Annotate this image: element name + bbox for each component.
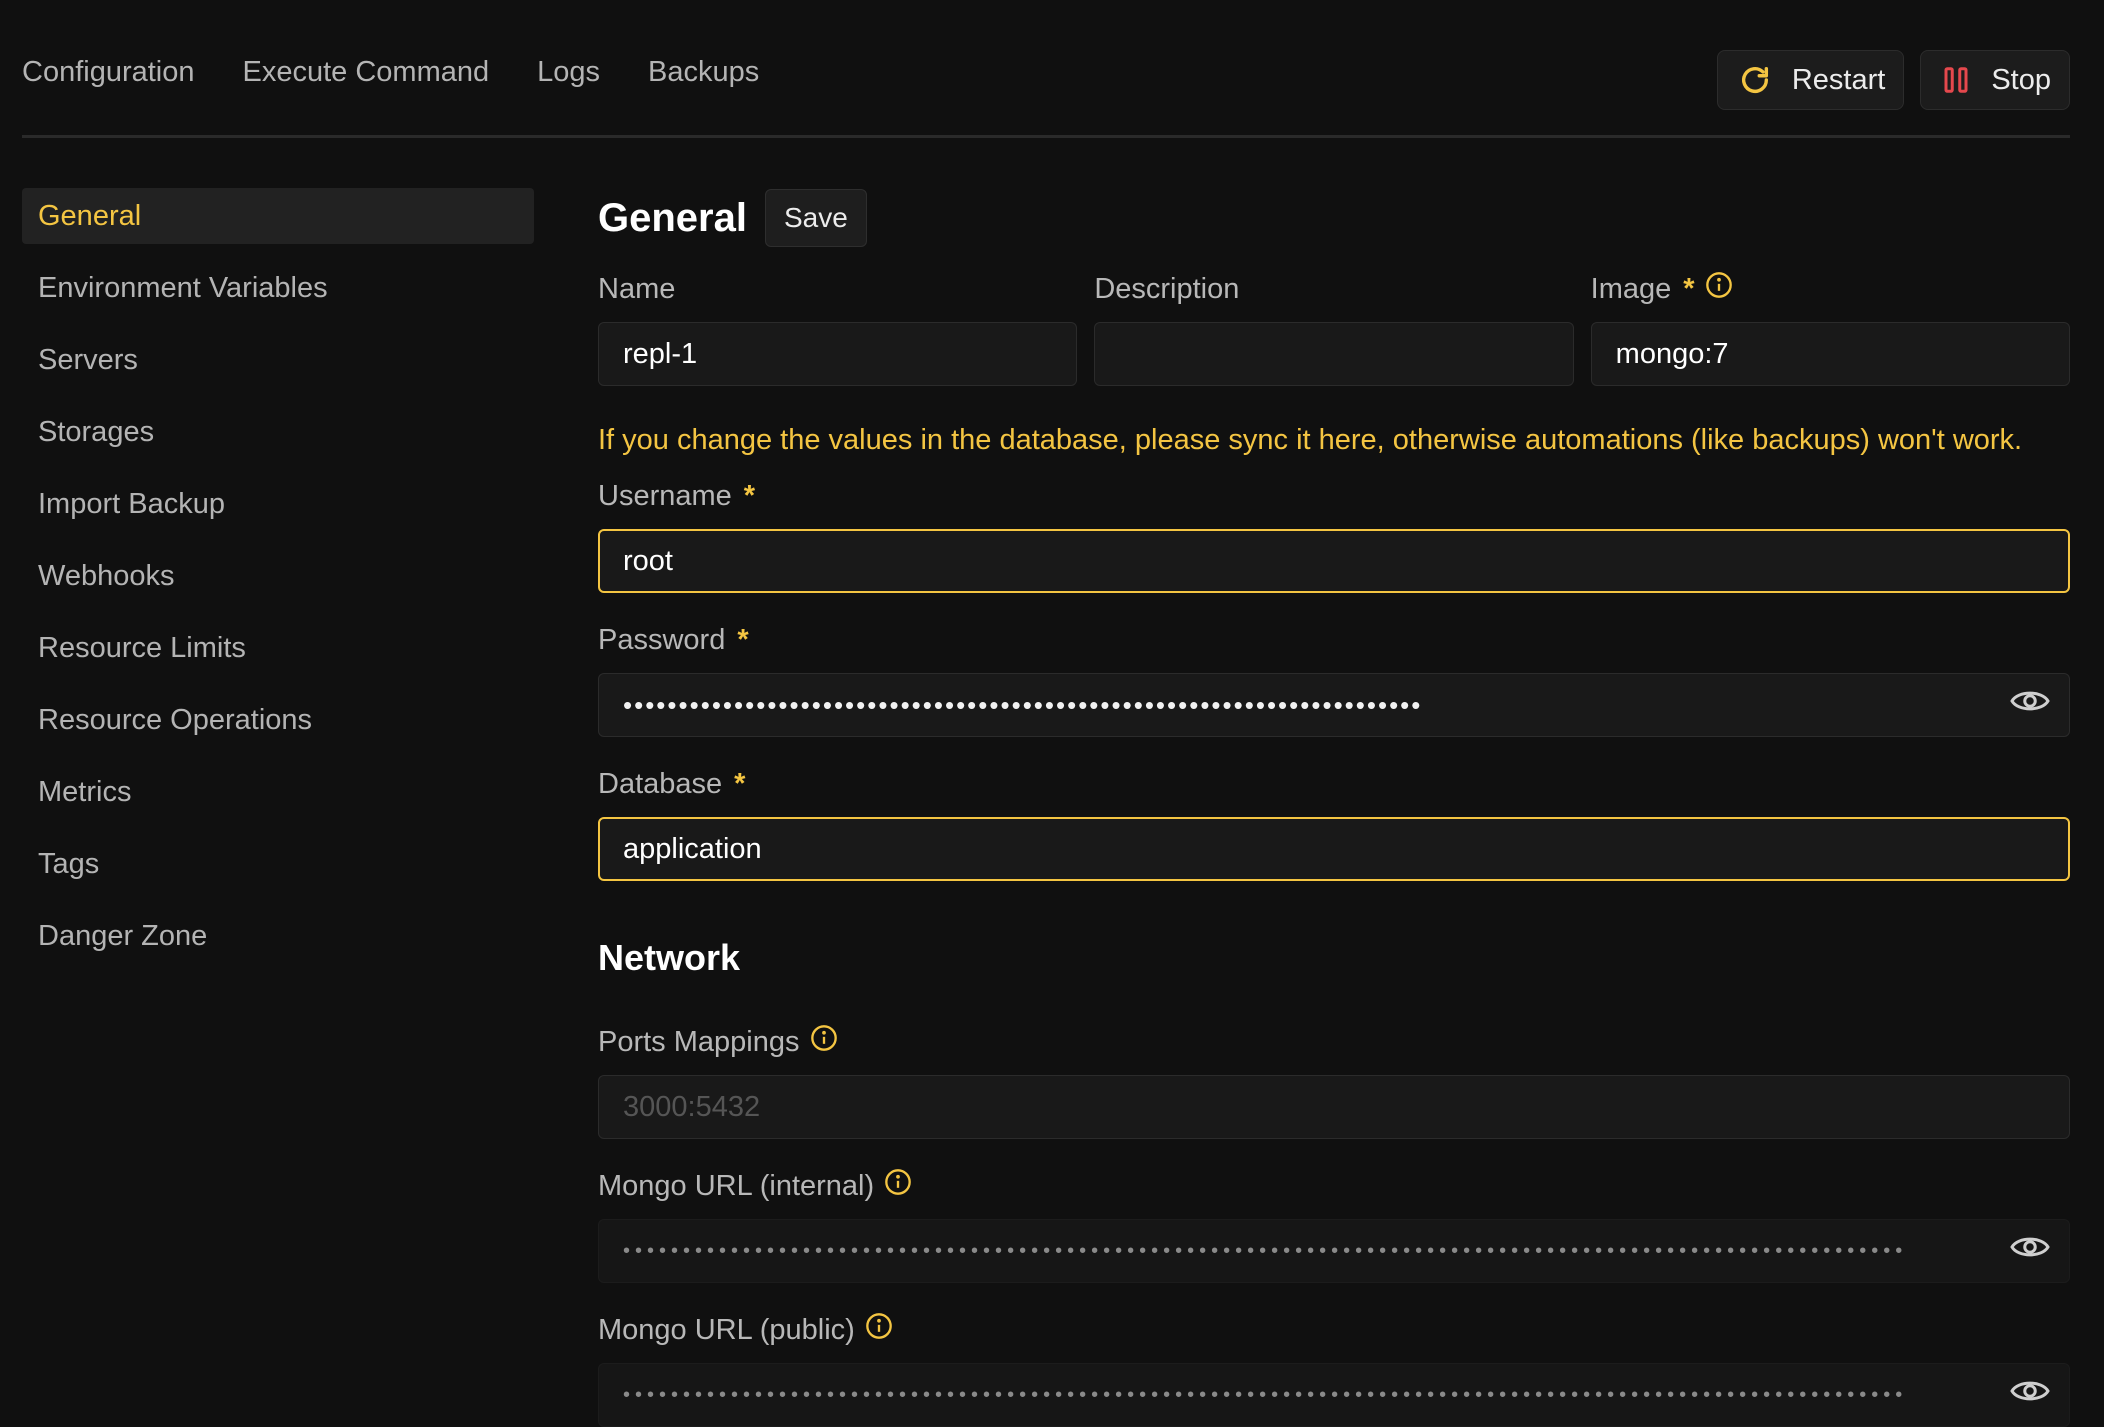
description-input[interactable] (1094, 322, 1574, 386)
mongo-url-internal-label-text: Mongo URL (internal) (598, 1169, 875, 1202)
username-input[interactable]: root (598, 529, 2070, 593)
sidebar: General Environment Variables Servers St… (22, 188, 534, 980)
tab-bar: Configuration Execute Command Logs Backu… (22, 56, 759, 89)
mongo-url-internal-input[interactable]: ••••••••••••••••••••••••••••••••••••••••… (598, 1219, 2070, 1283)
eye-icon[interactable] (2009, 686, 2051, 724)
restart-icon (1738, 63, 1772, 97)
sidebar-item-storages[interactable]: Storages (22, 404, 534, 460)
sidebar-item-tags[interactable]: Tags (22, 836, 534, 892)
database-label: Database * (598, 763, 2070, 805)
mongo-url-public-input[interactable]: ••••••••••••••••••••••••••••••••••••••••… (598, 1363, 2070, 1427)
mongo-url-public-label: Mongo URL (public) (598, 1309, 2070, 1351)
info-icon[interactable] (810, 1024, 838, 1060)
page-title: General (598, 195, 747, 240)
info-icon[interactable] (1705, 271, 1733, 307)
password-label: Password * (598, 619, 2070, 661)
restart-button[interactable]: Restart (1716, 50, 1905, 110)
sync-warning: If you change the values in the database… (598, 424, 2023, 456)
name-label: Name (598, 268, 1077, 310)
ports-mappings-label-text: Ports Mappings (598, 1025, 800, 1058)
tab-backups[interactable]: Backups (648, 56, 759, 89)
stop-label: Stop (1991, 63, 2051, 96)
name-field: Name repl-1 (598, 268, 1078, 386)
sidebar-item-resource-operations[interactable]: Resource Operations (22, 692, 534, 748)
restart-label: Restart (1791, 63, 1886, 96)
ports-mappings-field: Ports Mappings 3000:5432 (598, 1021, 2070, 1139)
password-input[interactable]: ••••••••••••••••••••••••••••••••••••••••… (598, 673, 2070, 737)
ports-mappings-label: Ports Mappings (598, 1021, 2070, 1063)
sidebar-item-environment-variables[interactable]: Environment Variables (22, 260, 534, 316)
sidebar-item-metrics[interactable]: Metrics (22, 764, 534, 820)
tab-logs[interactable]: Logs (537, 56, 600, 89)
mongo-url-internal-masked-value: ••••••••••••••••••••••••••••••••••••••••… (623, 1239, 1908, 1262)
username-field: Username * root (598, 475, 2070, 593)
sidebar-item-danger-zone[interactable]: Danger Zone (22, 908, 534, 964)
database-field: Database * application (598, 763, 2070, 881)
username-label-text: Username (598, 479, 732, 512)
action-buttons: Restart Stop (1716, 50, 2070, 110)
top-bar: Configuration Execute Command Logs Backu… (22, 0, 2070, 138)
mongo-url-public-masked-value: ••••••••••••••••••••••••••••••••••••••••… (623, 1383, 1908, 1406)
username-label: Username * (598, 475, 2070, 517)
mongo-url-public-field: Mongo URL (public) •••••••••••••••••••••… (598, 1309, 2070, 1427)
name-label-text: Name (598, 272, 676, 305)
eye-icon[interactable] (2009, 1376, 2051, 1414)
password-masked-value: ••••••••••••••••••••••••••••••••••••••••… (623, 689, 1423, 720)
sidebar-item-webhooks[interactable]: Webhooks (22, 548, 534, 604)
description-label: Description (1094, 268, 1573, 310)
mongo-url-internal-label: Mongo URL (internal) (598, 1165, 2070, 1207)
mongo-url-internal-field: Mongo URL (internal) •••••••••••••••••••… (598, 1165, 2070, 1283)
required-marker: * (737, 623, 749, 656)
basic-fields-row: Name repl-1 Description Image * mongo:7 (598, 268, 2070, 386)
required-marker: * (734, 767, 746, 800)
info-icon[interactable] (884, 1168, 912, 1204)
image-input[interactable]: mongo:7 (1590, 322, 2070, 386)
description-label-text: Description (1094, 272, 1240, 305)
save-button[interactable]: Save (764, 189, 867, 247)
name-input[interactable]: repl-1 (598, 322, 1078, 386)
tab-execute-command[interactable]: Execute Command (243, 56, 490, 89)
image-label: Image * (1591, 268, 2070, 310)
password-field: Password * •••••••••••••••••••••••••••••… (598, 619, 2070, 737)
main-content: General Save Name repl-1 Description Ima… (598, 188, 2070, 1427)
password-label-text: Password (598, 623, 726, 656)
stop-button[interactable]: Stop (1920, 50, 2070, 110)
sidebar-item-resource-limits[interactable]: Resource Limits (22, 620, 534, 676)
tab-configuration[interactable]: Configuration (22, 56, 195, 89)
required-marker: * (743, 479, 756, 512)
description-field: Description (1094, 268, 1574, 386)
eye-icon[interactable] (2009, 1232, 2051, 1270)
stop-icon (1941, 65, 1971, 95)
network-heading: Network (598, 937, 741, 978)
mongo-url-public-label-text: Mongo URL (public) (598, 1313, 855, 1346)
database-label-text: Database (598, 767, 723, 800)
image-label-text: Image (1590, 272, 1672, 305)
ports-mappings-input[interactable]: 3000:5432 (598, 1075, 2070, 1139)
sidebar-item-import-backup[interactable]: Import Backup (22, 476, 534, 532)
database-input[interactable]: application (598, 817, 2070, 881)
sidebar-item-general[interactable]: General (22, 188, 534, 244)
sidebar-item-servers[interactable]: Servers (22, 332, 534, 388)
image-field: Image * mongo:7 (1590, 268, 2070, 386)
general-header: General Save (598, 188, 2070, 248)
required-marker: * (1683, 272, 1695, 305)
info-icon[interactable] (865, 1312, 893, 1348)
